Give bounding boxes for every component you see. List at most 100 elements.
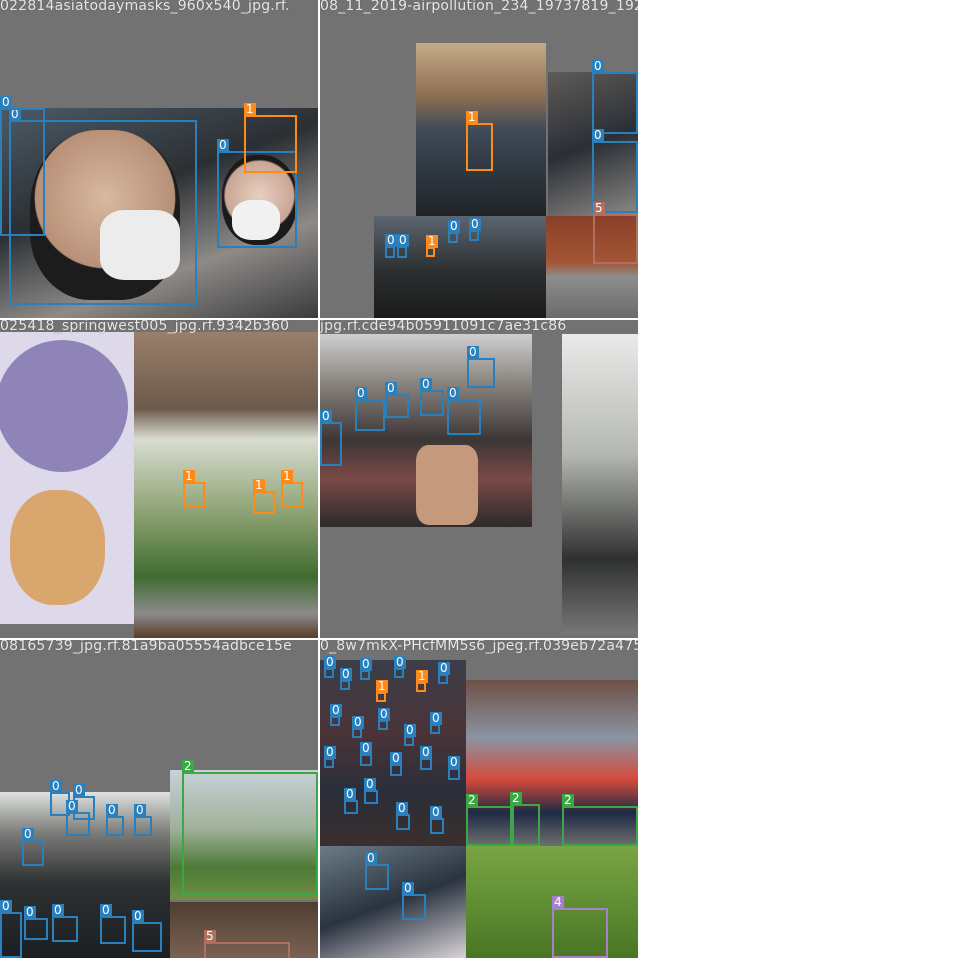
class-label: 0 bbox=[324, 655, 336, 669]
class-label: 0 bbox=[217, 138, 229, 152]
detection-box: 0 bbox=[132, 910, 162, 952]
class-label: 0 bbox=[438, 661, 450, 675]
class-label: 0 bbox=[100, 903, 112, 917]
detection-box: 0 bbox=[467, 346, 495, 388]
tile-caption: 08_11_2019-airpollution_234_19737819_192 bbox=[320, 0, 638, 14]
detection-box: 0 bbox=[106, 804, 124, 836]
detection-box: 0 bbox=[469, 218, 481, 241]
class-label: 0 bbox=[330, 703, 342, 717]
detection-box: 0 bbox=[396, 802, 410, 830]
detection-box: 0 bbox=[360, 742, 372, 766]
detection-box: 0 bbox=[360, 658, 372, 680]
class-label: 0 bbox=[106, 803, 118, 817]
backpack bbox=[416, 445, 478, 525]
class-label: 0 bbox=[402, 881, 414, 895]
detection-box: 0 bbox=[447, 387, 481, 435]
class-label: 0 bbox=[390, 751, 402, 765]
detection-box: 0 bbox=[320, 410, 342, 466]
class-label: 0 bbox=[448, 755, 460, 769]
detection-box: 1 bbox=[244, 103, 297, 173]
class-label: 0 bbox=[397, 233, 409, 247]
detection-box: 5 bbox=[204, 930, 290, 958]
detection-box: 0 bbox=[385, 234, 397, 258]
detection-box: 2 bbox=[562, 794, 638, 846]
detection-box: 1 bbox=[281, 470, 303, 507]
detection-box: 2 bbox=[182, 760, 318, 896]
class-label: 0 bbox=[0, 95, 12, 109]
class-label: 0 bbox=[360, 741, 372, 755]
motorcycle-photo bbox=[562, 334, 638, 634]
class-label: 0 bbox=[320, 409, 332, 423]
detection-box: 0 bbox=[378, 708, 390, 730]
detection-box: 0 bbox=[355, 387, 385, 431]
class-label: 0 bbox=[430, 711, 442, 725]
class-label: 0 bbox=[355, 386, 367, 400]
class-label: 0 bbox=[73, 783, 85, 797]
detection-box: 2 bbox=[510, 792, 540, 846]
detection-box: 1 bbox=[466, 111, 493, 171]
detection-box: 0 bbox=[52, 904, 78, 942]
detection-box: 0 bbox=[592, 60, 638, 134]
tile-caption: 022814asiatodaymasks_960x540_jpg.rf. bbox=[0, 0, 290, 14]
tile-caption: 08165739_jpg.rf.81a9ba05554adbce15e bbox=[0, 640, 292, 654]
detection-box: 0 bbox=[24, 906, 48, 940]
class-label: 1 bbox=[376, 679, 388, 693]
poster-circle bbox=[0, 340, 128, 472]
mosaic-tile-5: 08165739_jpg.rf.81a9ba05554adbce15e 2 5 … bbox=[0, 640, 318, 958]
class-label: 0 bbox=[364, 777, 376, 791]
class-label: 0 bbox=[365, 851, 377, 865]
mosaic-tile-1: 022814asiatodaymasks_960x540_jpg.rf. 0 0… bbox=[0, 0, 318, 318]
class-label: 0 bbox=[467, 345, 479, 359]
detection-box: 0 bbox=[324, 746, 336, 768]
class-label: 0 bbox=[52, 903, 64, 917]
detection-box: 0 bbox=[390, 752, 402, 776]
class-label: 0 bbox=[22, 827, 34, 841]
class-label: 0 bbox=[394, 655, 406, 669]
detection-box: 0 bbox=[352, 716, 364, 738]
detection-box: 1 bbox=[183, 470, 205, 507]
class-label: 0 bbox=[134, 803, 146, 817]
detection-box: 0 bbox=[340, 668, 352, 690]
class-label: 0 bbox=[352, 715, 364, 729]
class-label: 1 bbox=[416, 669, 428, 683]
class-label: 0 bbox=[592, 128, 604, 142]
class-label: 0 bbox=[469, 217, 481, 231]
detection-box: 0 bbox=[0, 96, 45, 236]
class-label: 0 bbox=[396, 801, 408, 815]
class-label: 0 bbox=[592, 59, 604, 73]
masked-couple-photo bbox=[320, 846, 466, 958]
detection-box: 0 bbox=[394, 656, 406, 678]
class-label: 2 bbox=[466, 793, 478, 807]
class-label: 0 bbox=[448, 219, 460, 233]
detection-box: 0 bbox=[324, 656, 336, 678]
detection-box: 0 bbox=[0, 900, 22, 958]
class-label: 5 bbox=[204, 929, 216, 943]
class-label: 0 bbox=[24, 905, 36, 919]
mosaic-tile-6: 0_8w7mkX-PHcfMM5s6_jpeg.rf.039eb72a47578… bbox=[320, 640, 638, 958]
detection-box: 1 bbox=[416, 670, 428, 692]
detection-box: 0 bbox=[404, 724, 416, 746]
class-label: 0 bbox=[447, 386, 459, 400]
class-label: 1 bbox=[426, 234, 438, 248]
detection-box: 2 bbox=[466, 794, 514, 846]
tile-caption: jpg.rf.cde94b05911091c7ae31c86 bbox=[320, 320, 567, 334]
detection-box: 0 bbox=[420, 746, 432, 770]
class-label: 0 bbox=[0, 899, 12, 913]
class-label: 0 bbox=[420, 377, 432, 391]
class-label: 0 bbox=[66, 799, 78, 813]
class-label: 1 bbox=[253, 478, 265, 492]
detection-box: 0 bbox=[66, 800, 90, 836]
tile-gutter bbox=[318, 0, 320, 960]
class-label: 1 bbox=[183, 469, 195, 483]
class-label: 0 bbox=[360, 657, 372, 671]
detection-box: 0 bbox=[22, 828, 44, 866]
class-label: 4 bbox=[552, 895, 564, 909]
detection-box: 0 bbox=[402, 882, 426, 920]
class-label: 0 bbox=[430, 805, 442, 819]
class-label: 0 bbox=[324, 745, 336, 759]
detection-box: 0 bbox=[430, 806, 444, 834]
detection-box: 0 bbox=[100, 904, 126, 944]
class-label: 2 bbox=[182, 759, 194, 773]
mosaic-tile-4: jpg.rf.cde94b05911091c7ae31c86 0 0 0 0 0… bbox=[320, 320, 638, 638]
detection-box: 1 bbox=[426, 235, 438, 257]
